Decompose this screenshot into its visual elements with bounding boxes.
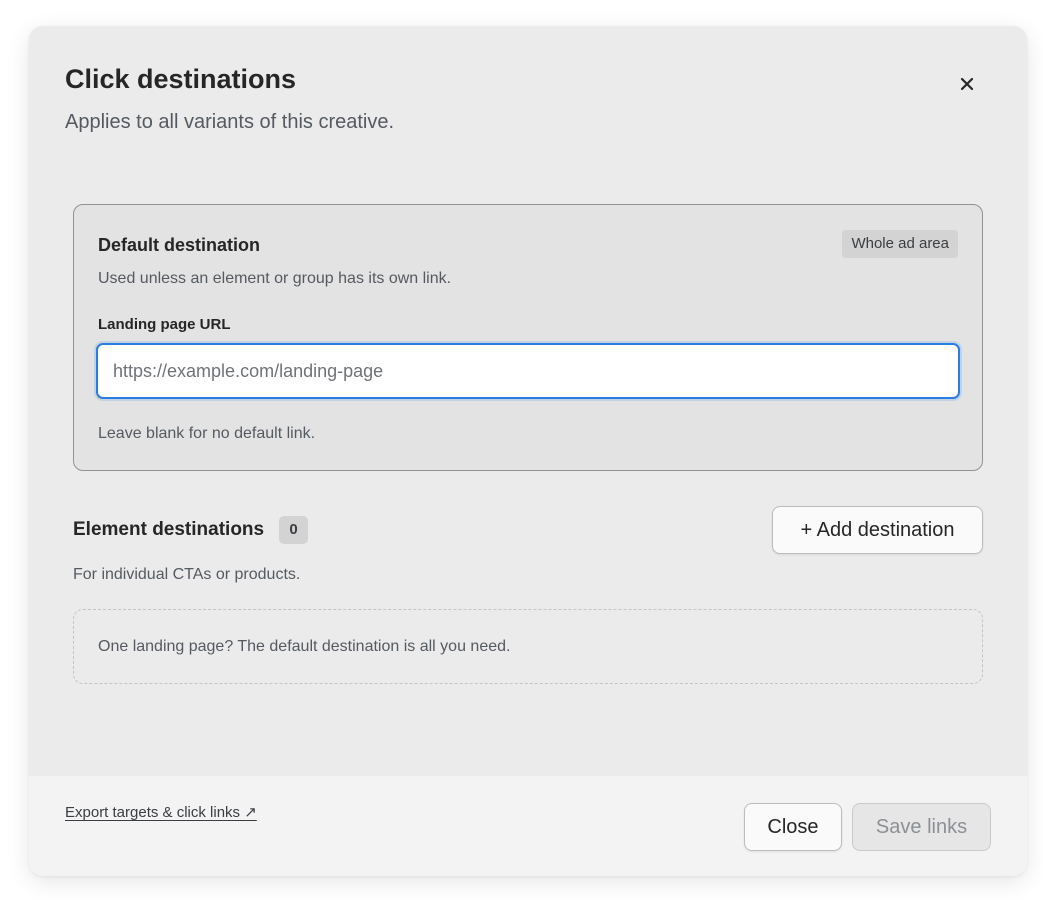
element-destinations-title: Element destinations [73, 519, 265, 540]
dialog-subtitle: Applies to all variants of this creative… [65, 111, 395, 133]
landing-page-url-help: Leave blank for no default link. [98, 425, 316, 442]
default-destination-card: Default destination Whole ad area Used u… [73, 204, 983, 471]
empty-state-text: One landing page? The default destinatio… [98, 638, 511, 655]
element-destinations-description: For individual CTAs or products. [73, 566, 301, 583]
element-destinations-count-badge: 0 [279, 516, 308, 544]
save-links-button[interactable]: Save links [852, 803, 991, 851]
element-destinations-empty-state: One landing page? The default destinatio… [73, 609, 983, 684]
dialog-footer: Export targets & click links ↗ Close Sav… [29, 776, 1027, 876]
add-destination-button[interactable]: + Add destination [772, 506, 983, 554]
landing-page-url-label: Landing page URL [98, 316, 231, 333]
dialog-title: Click destinations [65, 64, 297, 94]
default-destination-description: Used unless an element or group has its … [98, 270, 452, 287]
close-icon-glyph [960, 77, 974, 91]
export-targets-link[interactable]: Export targets & click links ↗ [65, 803, 257, 823]
close-icon[interactable] [951, 68, 983, 100]
landing-page-url-input[interactable] [96, 343, 960, 399]
close-button[interactable]: Close [744, 803, 842, 851]
whole-ad-area-badge: Whole ad area [842, 230, 958, 258]
click-destinations-dialog: Click destinations Applies to all varian… [29, 26, 1027, 876]
default-destination-title: Default destination [98, 235, 261, 255]
